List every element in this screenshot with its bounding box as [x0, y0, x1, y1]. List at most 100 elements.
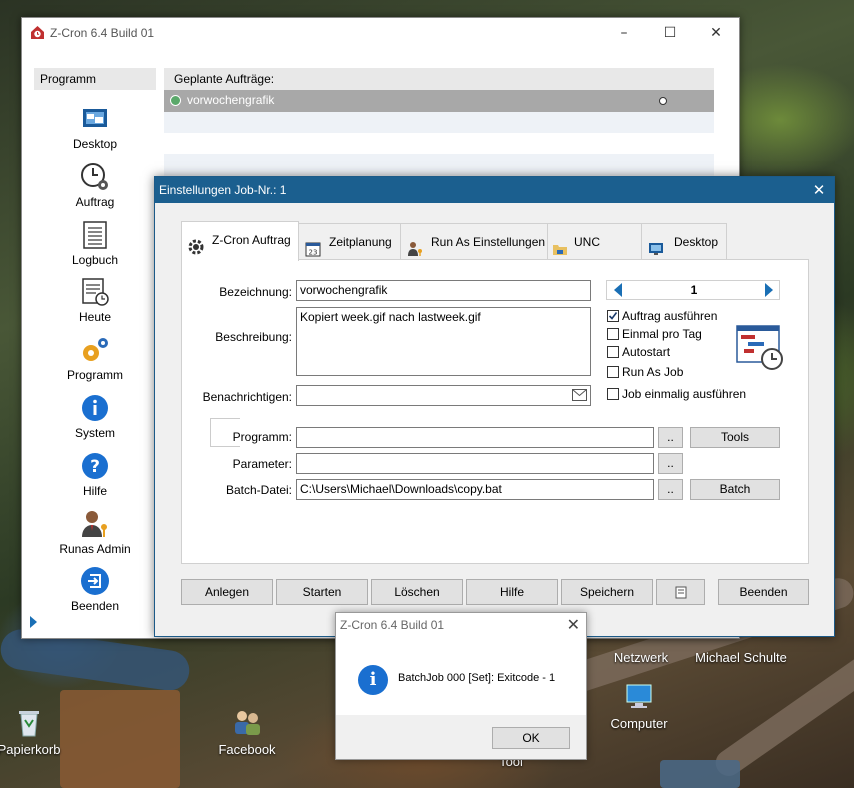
close-button[interactable]: ✕: [693, 18, 739, 48]
auftrag-ausfuehren-checkbox[interactable]: [607, 310, 619, 322]
tab-run-as-einstellungen[interactable]: Run As Einstellungen: [400, 223, 548, 259]
batch-button[interactable]: Batch: [690, 479, 780, 500]
hilfe-button[interactable]: Hilfe: [466, 579, 558, 605]
zcron-app-icon: [30, 25, 45, 40]
folder-network-icon: [552, 235, 570, 255]
bezeichnung-input[interactable]: vorwochengrafik: [296, 280, 591, 301]
batch-browse-button[interactable]: ..: [658, 479, 683, 500]
empty-row: [164, 133, 714, 154]
settings-title: Einstellungen Job-Nr.: 1: [159, 183, 287, 197]
beschreibung-label: Beschreibung:: [215, 330, 292, 344]
beenden-button[interactable]: Beenden: [718, 579, 809, 605]
mail-icon[interactable]: [572, 389, 587, 401]
starten-button[interactable]: Starten: [276, 579, 368, 605]
auftrag-ausfuehren-label: Auftrag ausführen: [622, 309, 718, 323]
info-icon: [80, 393, 110, 423]
tab-z-cron-auftrag[interactable]: Z-Cron Auftrag: [181, 221, 299, 261]
job-active-indicator: [659, 97, 667, 105]
programm-input[interactable]: [296, 427, 654, 448]
recycle-bin-icon: [13, 706, 45, 738]
birdhouse-small: [660, 760, 740, 788]
gears-icon: [80, 335, 110, 365]
nav-beenden[interactable]: Beenden: [34, 564, 156, 620]
empty-row: [164, 112, 714, 133]
batch-datei-label: Batch-Datei:: [225, 483, 292, 497]
desktop-icon-computer[interactable]: Computer: [594, 680, 684, 731]
previous-job-arrow-icon[interactable]: [614, 283, 622, 297]
logbook-icon: [80, 220, 110, 250]
help-icon: ?: [80, 451, 110, 481]
desktop-icon-facebook[interactable]: Facebook: [202, 706, 292, 757]
svg-text:?: ?: [90, 457, 100, 477]
nav-auftrag[interactable]: Auftrag: [34, 160, 156, 216]
einmal-pro-tag-checkbox[interactable]: [607, 328, 619, 340]
tab-zeitplanung[interactable]: 23 Zeitplanung: [298, 223, 401, 259]
nav-heute[interactable]: Heute: [34, 275, 156, 331]
job-number: 1: [690, 283, 698, 297]
parameter-label: Parameter:: [232, 457, 292, 471]
autostart-label: Autostart: [622, 345, 671, 359]
autostart-checkbox[interactable]: [607, 346, 619, 358]
main-titlebar[interactable]: Z-Cron 6.4 Build 01 – ☐ ✕: [22, 18, 739, 48]
einmal-pro-tag-label: Einmal pro Tag: [622, 327, 702, 341]
desktop-icon-papierkorb[interactable]: Papierkorb: [0, 706, 74, 757]
bezeichnung-label: Bezeichnung:: [219, 285, 292, 299]
parameter-input[interactable]: [296, 453, 654, 474]
bracket-line: [210, 446, 240, 447]
job-row[interactable]: vorwochengrafik: [164, 90, 714, 112]
gear-icon: [188, 233, 206, 255]
bracket-line: [210, 418, 240, 419]
calendar-icon: 23: [305, 235, 323, 257]
job-number-navigator: 1: [606, 280, 780, 300]
desktop-icon: [80, 104, 110, 134]
programm-label: Programm:: [232, 430, 292, 444]
settings-titlebar[interactable]: Einstellungen Job-Nr.: 1: [155, 177, 834, 203]
programm-browse-button[interactable]: ..: [658, 427, 683, 448]
nav-runas-admin[interactable]: Runas Admin: [34, 507, 156, 563]
loeschen-button[interactable]: Löschen: [371, 579, 463, 605]
nav-programm[interactable]: Programm: [34, 333, 156, 389]
job-name: vorwochengrafik: [187, 93, 275, 107]
settings-close-button[interactable]: ✕: [804, 177, 834, 203]
run-as-job-checkbox[interactable]: [607, 366, 619, 378]
anlegen-button[interactable]: Anlegen: [181, 579, 273, 605]
print-icon: [675, 586, 687, 599]
job-status-icon: [170, 95, 181, 106]
message-box-title: Z-Cron 6.4 Build 01: [340, 618, 445, 632]
print-button[interactable]: [656, 579, 705, 605]
benachrichtigen-label: Benachrichtigen:: [202, 390, 292, 404]
nav-desktop[interactable]: Desktop: [34, 102, 156, 158]
nav-hilfe[interactable]: ? Hilfe: [34, 449, 156, 505]
beschreibung-textarea[interactable]: Kopiert week.gif nach lastweek.gif: [296, 307, 591, 376]
tab-desktop[interactable]: Desktop: [641, 223, 727, 259]
minimize-button[interactable]: –: [601, 18, 647, 48]
birdhouse: [60, 690, 180, 788]
schedule-calendar-icon: [736, 325, 784, 371]
maximize-button[interactable]: ☐: [647, 18, 693, 48]
exit-icon: [80, 566, 110, 596]
settings-dialog: Einstellungen Job-Nr.: 1 ✕ Z-Cron Auftra…: [154, 176, 835, 637]
message-box-close-button[interactable]: ✕: [567, 615, 580, 634]
batch-datei-input[interactable]: C:\Users\Michael\Downloads\copy.bat: [296, 479, 654, 500]
benachrichtigen-input[interactable]: [296, 385, 591, 406]
tools-button[interactable]: Tools: [690, 427, 780, 448]
message-text: BatchJob 000 [Set]: Exitcode - 1: [398, 672, 556, 684]
tab-unc-connect[interactable]: UNC Connect: [547, 223, 642, 285]
left-nav-header: Programm: [34, 68, 156, 90]
job-einmalig-ausfuehren-label: Job einmalig ausführen: [622, 387, 747, 401]
today-log-icon: [80, 277, 110, 307]
tab-panel-z-cron-auftrag: Bezeichnung: vorwochengrafik Beschreibun…: [181, 259, 809, 564]
next-job-arrow-icon[interactable]: [765, 283, 773, 297]
info-icon: i: [358, 665, 388, 695]
nav-system[interactable]: System: [34, 391, 156, 447]
empty-row: [164, 154, 714, 175]
speichern-button[interactable]: Speichern: [561, 579, 653, 605]
nav-logbuch[interactable]: Logbuch: [34, 218, 156, 274]
left-nav-panel: Programm Desktop Auftrag Logbuch Heute P…: [30, 68, 156, 638]
ok-button[interactable]: OK: [492, 727, 570, 749]
clock-gear-icon: [80, 162, 110, 192]
parameter-browse-button[interactable]: ..: [658, 453, 683, 474]
expand-arrow-icon[interactable]: [30, 616, 37, 628]
jobs-header: Geplante Aufträge:: [164, 68, 714, 90]
job-einmalig-ausfuehren-checkbox[interactable]: [607, 388, 619, 400]
